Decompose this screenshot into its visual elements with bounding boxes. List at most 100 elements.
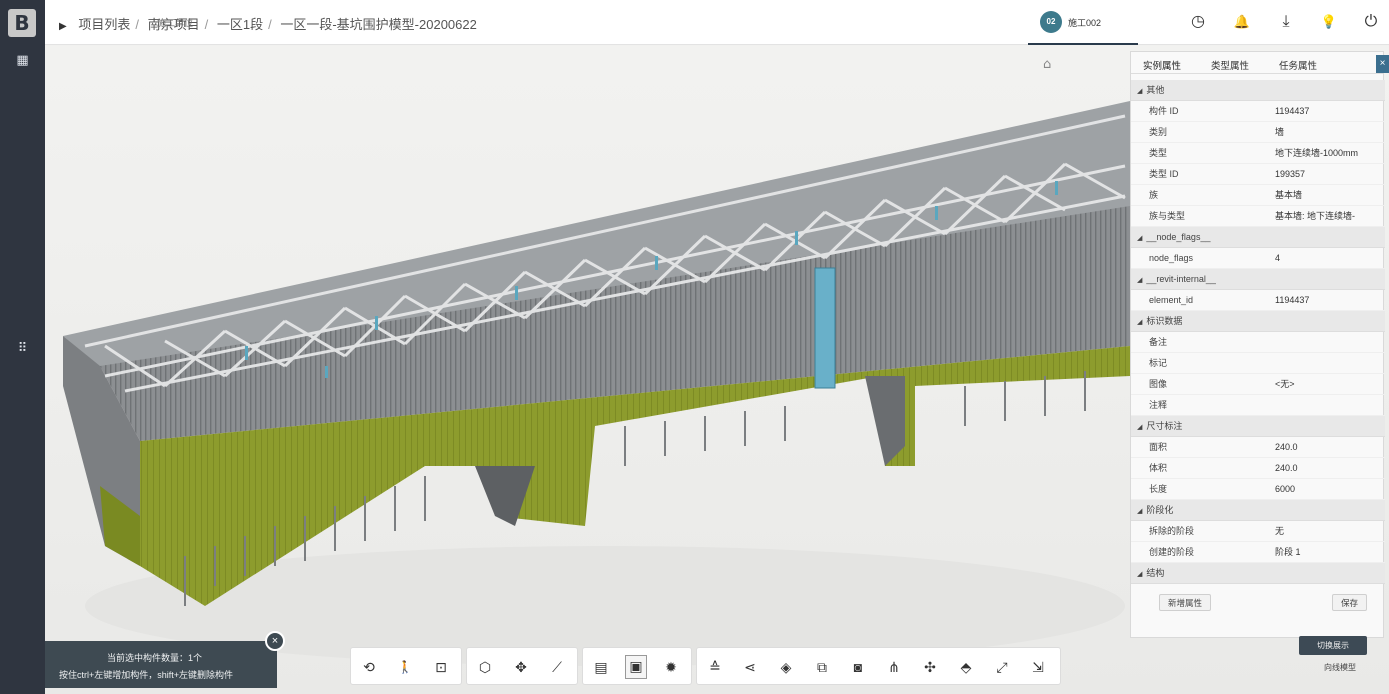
measure-icon[interactable]: ⟋: [547, 657, 567, 677]
clock-icon[interactable]: ◷: [1188, 12, 1208, 32]
expand-triangle-icon[interactable]: ▶: [59, 21, 67, 32]
property-name: 注释: [1149, 400, 1168, 410]
section-header-node-flags[interactable]: ◢ __node_flags__: [1131, 227, 1385, 248]
section-title: __revit-internal__: [1146, 274, 1216, 284]
section-header-identity[interactable]: ◢ 标识数据: [1131, 311, 1385, 332]
property-name: 类别: [1149, 127, 1168, 137]
settings-icon[interactable]: ✹: [661, 657, 681, 677]
orbit-icon[interactable]: ⟲: [359, 657, 379, 677]
selection-hint: 按住ctrl+左键增加构件，shift+左键删除构件: [59, 670, 234, 680]
property-value: 无: [1275, 526, 1285, 536]
save-button[interactable]: 保存: [1332, 594, 1368, 611]
new-property-button[interactable]: 新增属性: [1159, 594, 1212, 611]
property-name: 长度: [1149, 484, 1168, 494]
tab-instance-properties[interactable]: 实例属性: [1143, 58, 1181, 72]
property-name: 族与类型: [1149, 211, 1186, 221]
property-name: 拆除的阶段: [1149, 526, 1195, 536]
section-title: 阶段化: [1146, 505, 1174, 515]
panel-close-button[interactable]: ×: [1376, 55, 1389, 73]
grid-dots-icon[interactable]: ⠿: [0, 340, 45, 356]
app-root: B ▦ ⠿ ▶ 项目列表 / 南京项目 / 一区1段 / 一区一段-基坑围护模型-20…: [0, 0, 1389, 694]
property-row: 标记: [1131, 353, 1385, 374]
move-icon[interactable]: ✣: [920, 657, 940, 677]
section-header-revit-internal[interactable]: ◢ __revit-internal__: [1131, 269, 1385, 290]
property-row: 长度 6000: [1131, 479, 1385, 500]
property-row: 类型 ID 199357: [1131, 164, 1385, 185]
stack-icon[interactable]: ◈: [776, 657, 796, 677]
tab-type-properties[interactable]: 类型属性: [1211, 58, 1249, 72]
breadcrumb: ▶ 项目列表 / 南京项目 / 一区1段 / 一区一段-基坑围护模型-20200622: [59, 17, 477, 32]
hierarchy-icon[interactable]: ⋔: [884, 657, 904, 677]
property-name: 标记: [1149, 358, 1168, 368]
user-menu[interactable]: 02 施工002: [1028, 0, 1138, 45]
properties-list: ◢ 其他 构件 ID 1194437 类别 墙 类型 地下连续墙-1000mm 类型 I…: [1131, 80, 1385, 624]
property-row: 拆除的阶段 无: [1131, 521, 1385, 542]
bell-icon[interactable]: 🔔: [1232, 12, 1252, 32]
tab-task-properties[interactable]: 任务属性: [1279, 58, 1317, 72]
property-row: 面积 240.0: [1131, 437, 1385, 458]
collapse-arrow-icon: ◢: [1137, 424, 1143, 431]
collapse-arrow-icon: ◢: [1137, 508, 1143, 515]
bulb-icon[interactable]: 💡: [1319, 12, 1339, 32]
model-tree-icon[interactable]: ▤: [591, 657, 611, 677]
walk-icon[interactable]: 🚶: [395, 657, 415, 677]
layers-icon[interactable]: ≙: [705, 657, 725, 677]
property-value: 1194437: [1275, 295, 1310, 305]
line-model-link[interactable]: 向线模型: [1324, 662, 1356, 673]
section-header-phasing[interactable]: ◢ 阶段化: [1131, 500, 1385, 521]
section-title: __node_flags__: [1146, 232, 1211, 242]
property-name: 类型: [1149, 148, 1168, 158]
property-row: 类型 地下连续墙-1000mm: [1131, 143, 1385, 164]
section-header-dimensions[interactable]: ◢ 尺寸标注: [1131, 416, 1385, 437]
property-row: node_flags 4: [1131, 248, 1385, 269]
property-value: 6000: [1275, 484, 1296, 494]
property-row: 构件 ID 1194437: [1131, 101, 1385, 122]
property-row: 族 基本墙: [1131, 185, 1385, 206]
download-icon[interactable]: ⤓: [1276, 12, 1296, 32]
property-value: 墙: [1275, 127, 1285, 137]
property-row: 备注: [1131, 332, 1385, 353]
collapse-arrow-icon: ◢: [1137, 277, 1143, 284]
collapse-arrow-icon: ◢: [1137, 571, 1143, 578]
property-name: element_id: [1149, 295, 1194, 305]
menu-square-icon[interactable]: ▦: [0, 52, 45, 68]
breadcrumb-item-zone[interactable]: 一区1段: [217, 17, 263, 32]
paint-icon[interactable]: ⬘: [956, 657, 976, 677]
properties-panel: 实例属性 类型属性 任务属性 × ◢ 其他 构件 ID 1194437 类别 墙 类型…: [1130, 51, 1389, 638]
section-header-structure[interactable]: ◢ 结构: [1131, 563, 1385, 584]
power-icon[interactable]: ⏻: [1361, 12, 1381, 32]
toggle-display-button[interactable]: 切换展示: [1299, 636, 1367, 655]
selection-status: 当前选中构件数量：1个 按住ctrl+左键增加构件，shift+左键删除构件: [45, 641, 277, 688]
explode-icon[interactable]: ✥: [511, 657, 531, 677]
top-bar: ▶ 项目列表 / 南京项目 / 一区1段 / 一区一段-基坑围护模型-20200622…: [45, 0, 1389, 45]
share-icon[interactable]: ⋖: [740, 657, 760, 677]
property-value: 基本墙: 地下连续墙-: [1275, 211, 1355, 221]
collapse-arrow-icon: ◢: [1137, 235, 1143, 242]
property-value: 4: [1275, 253, 1281, 263]
properties-tabs: 实例属性 类型属性 任务属性 ×: [1131, 52, 1389, 74]
export-icon[interactable]: ⇲: [1028, 657, 1048, 677]
fullscreen-icon[interactable]: ⤢: [992, 657, 1012, 677]
property-value: 1194437: [1275, 106, 1310, 116]
toolbar-group-functions: ≙ ⋖ ◈ ⧉ ◙ ⋔ ✣ ⬘ ⤢ ⇲: [696, 647, 1061, 685]
cube-icon[interactable]: ⬡: [475, 657, 495, 677]
record-icon[interactable]: ◙: [848, 657, 868, 677]
property-name: 族: [1149, 190, 1159, 200]
section-header-other[interactable]: ◢ 其他: [1131, 80, 1385, 101]
collapse-arrow-icon: ◢: [1137, 88, 1143, 95]
breadcrumb-item-projects[interactable]: 项目列表: [78, 17, 130, 32]
copy-icon[interactable]: ⧉: [812, 657, 832, 677]
camera-icon[interactable]: ⊡: [431, 657, 451, 677]
close-icon[interactable]: ×: [265, 631, 285, 651]
app-logo[interactable]: B: [8, 9, 36, 37]
selection-count: 当前选中构件数量：1个: [107, 653, 203, 663]
property-name: 创建的阶段: [1149, 547, 1195, 557]
properties-icon[interactable]: ▣: [625, 655, 647, 679]
property-row: 族与类型 基本墙: 地下连续墙-: [1131, 206, 1385, 227]
section-title: 结构: [1146, 568, 1165, 578]
property-name: 体积: [1149, 463, 1168, 473]
user-role: 施工单位: [157, 18, 194, 28]
property-name: 构件 ID: [1149, 106, 1179, 116]
property-row: 图像 <无>: [1131, 374, 1385, 395]
property-row: 创建的阶段 阶段 1: [1131, 542, 1385, 563]
